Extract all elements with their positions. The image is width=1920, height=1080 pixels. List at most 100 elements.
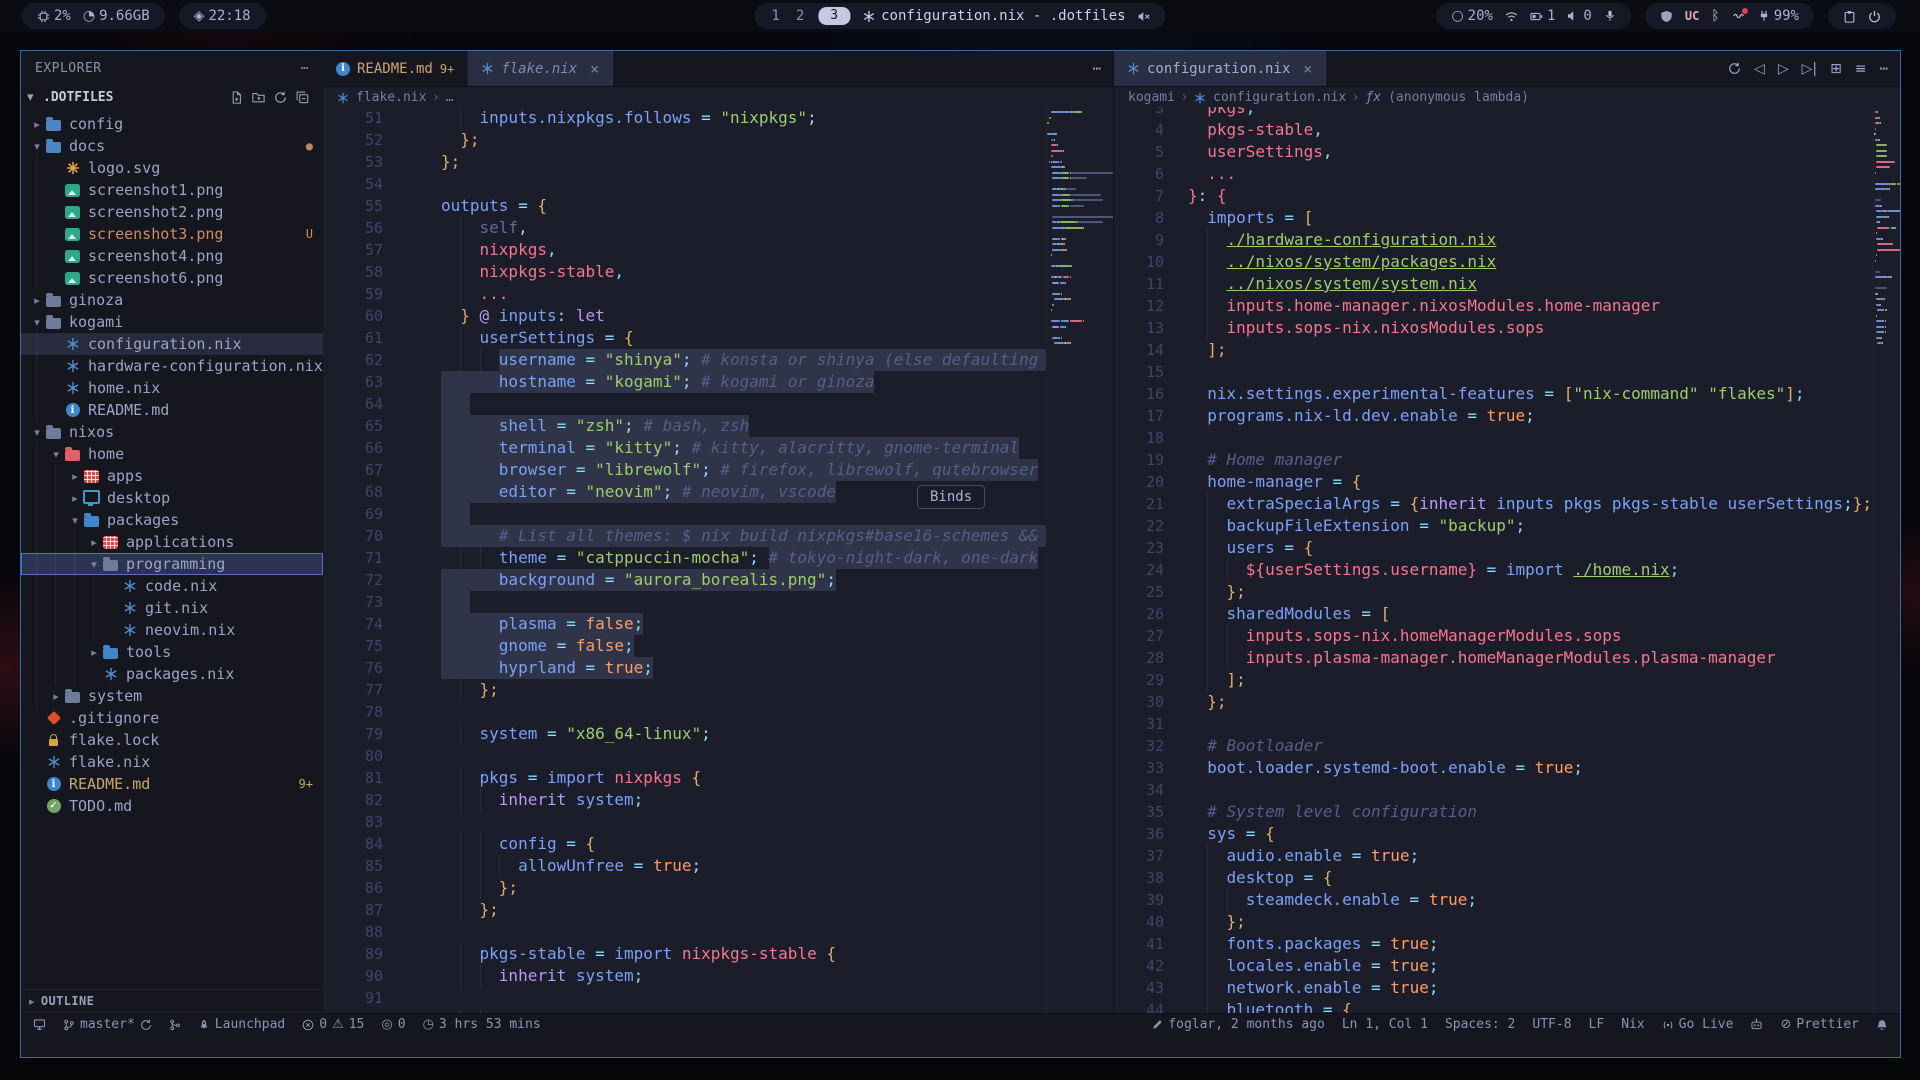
more-editor-actions-icon[interactable]: ⋯ [1093, 61, 1101, 77]
git-branch-item[interactable]: master* [63, 1017, 152, 1032]
code-line[interactable]: 8 imports = [ [1114, 207, 1874, 229]
code-line[interactable]: 16 nix.settings.experimental-features = … [1114, 383, 1874, 405]
tree-item-tools[interactable]: ▸tools [21, 641, 323, 663]
code-line[interactable]: 3 pkgs, [1114, 107, 1874, 119]
code-line[interactable]: 24 ${userSettings.username} = import ./h… [1114, 559, 1874, 581]
code-line[interactable]: 75 gnome = false; [323, 635, 1047, 657]
split-editor-icon[interactable]: ⊞ [1830, 61, 1842, 77]
code-line[interactable]: 91 [323, 987, 1047, 1009]
tree-item-flake.lock[interactable]: flake.lock [21, 729, 323, 751]
code-line[interactable]: 60 } @ inputs: let [323, 305, 1047, 327]
recorder-icon[interactable] [1732, 10, 1746, 22]
code-line[interactable]: 4 pkgs-stable, [1114, 119, 1874, 141]
code-line[interactable]: 84 config = { [323, 833, 1047, 855]
workspace-1[interactable]: 1 [769, 8, 781, 24]
list-icon[interactable]: ≡ [1855, 61, 1867, 77]
forward-icon[interactable]: ▷ [1778, 61, 1789, 77]
copilot-item[interactable] [1750, 1018, 1763, 1031]
code-editor-configuration-nix[interactable]: 3 pkgs,4 pkgs-stable,5 userSettings,6 ..… [1114, 107, 1900, 1035]
code-line[interactable]: 78 [323, 701, 1047, 723]
vpn-shield-icon[interactable] [1660, 10, 1673, 23]
ports-item[interactable]: ◎ 0 [381, 1017, 405, 1032]
code-line[interactable]: 56 self, [323, 217, 1047, 239]
code-line[interactable]: 88 [323, 921, 1047, 943]
code-line[interactable]: 18 [1114, 427, 1874, 449]
tree-item-desktop[interactable]: ▸desktop [21, 487, 323, 509]
indicators-pill[interactable]: ○20% 1 0 [1436, 3, 1630, 29]
code-line[interactable]: 55outputs = { [323, 195, 1047, 217]
encoding[interactable]: UTF-8 [1532, 1017, 1571, 1032]
mute-icon[interactable] [1138, 10, 1151, 23]
code-line[interactable]: 57 nixpkgs, [323, 239, 1047, 261]
new-folder-icon[interactable] [252, 91, 265, 104]
code-line[interactable]: 41 fonts.packages = true; [1114, 933, 1874, 955]
code-line[interactable]: 51 inputs.nixpkgs.follows = "nixpkgs"; [323, 107, 1047, 129]
tab-readme[interactable]: i README.md 9+ [323, 51, 468, 86]
code-line[interactable]: 83 [323, 811, 1047, 833]
code-line[interactable]: 66 terminal = "kitty"; # kitty, alacritt… [323, 437, 1047, 459]
launchpad-item[interactable]: Launchpad [198, 1017, 285, 1032]
problems-item[interactable]: 0 ⚠ 15 [302, 1017, 364, 1032]
breadcrumb-more[interactable]: … [446, 90, 454, 105]
git-blame-item[interactable]: foglar, 2 months ago [1152, 1017, 1325, 1032]
code-line[interactable]: 38 desktop = { [1114, 867, 1874, 889]
code-line[interactable]: 43 network.enable = true; [1114, 977, 1874, 999]
breadcrumb-symbol[interactable]: (anonymous lambda) [1388, 90, 1529, 105]
code-line[interactable]: 63 hostname = "kogami"; # kogami or gino… [323, 371, 1047, 393]
code-line[interactable]: 42 locales.enable = true; [1114, 955, 1874, 977]
tree-item-hardware-configuration.nix[interactable]: hardware-configuration.nix [21, 355, 323, 377]
more-editor-actions-icon[interactable]: ⋯ [1880, 61, 1888, 77]
code-line[interactable]: 58 nixpkgs-stable, [323, 261, 1047, 283]
code-line[interactable]: 31 [1114, 713, 1874, 735]
workspace-root-folder[interactable]: ▾ .DOTFILES [21, 85, 323, 109]
code-line[interactable]: 86 }; [323, 877, 1047, 899]
tree-item-config[interactable]: ▸config [21, 113, 323, 135]
notifications-item[interactable] [1876, 1019, 1888, 1031]
tree-item-docs[interactable]: ▾docs● [21, 135, 323, 157]
tree-item-kogami[interactable]: ▾kogami [21, 311, 323, 333]
code-line[interactable]: 29 ]; [1114, 669, 1874, 691]
tree-item-code.nix[interactable]: code.nix [21, 575, 323, 597]
tree-item-home.nix[interactable]: home.nix [21, 377, 323, 399]
code-line[interactable]: 67 browser = "librewolf"; # firefox, lib… [323, 459, 1047, 481]
code-line[interactable]: 53}; [323, 151, 1047, 173]
code-line[interactable]: 40 }; [1114, 911, 1874, 933]
code-line[interactable]: 25 }; [1114, 581, 1874, 603]
tree-item-home[interactable]: ▾home [21, 443, 323, 465]
code-line[interactable]: 82 inherit system; [323, 789, 1047, 811]
code-line[interactable]: 90 inherit system; [323, 965, 1047, 987]
breadcrumb-folder[interactable]: kogami [1128, 90, 1175, 105]
bluetooth-icon[interactable]: ᛒ [1711, 8, 1719, 24]
tree-item-nixos[interactable]: ▾nixos [21, 421, 323, 443]
code-line[interactable]: 19 # Home manager [1114, 449, 1874, 471]
code-line[interactable]: 23 users = { [1114, 537, 1874, 559]
sync-changes-icon[interactable] [140, 1019, 152, 1031]
session-pill[interactable] [1828, 3, 1896, 29]
uc-tray-icon[interactable]: UC [1685, 9, 1699, 23]
collapse-folders-icon[interactable] [296, 91, 309, 104]
back-icon[interactable]: ◁ [1754, 61, 1765, 77]
tray-pill[interactable]: UC ᛒ 99% [1645, 3, 1814, 29]
code-line[interactable]: 77 }; [323, 679, 1047, 701]
code-line[interactable]: 20 home-manager = { [1114, 471, 1874, 493]
code-line[interactable]: 12 inputs.home-manager.nixosModules.home… [1114, 295, 1874, 317]
tree-item-screenshot3.png[interactable]: screenshot3.pngU [21, 223, 323, 245]
new-file-icon[interactable] [230, 91, 243, 104]
tree-item-applications[interactable]: ▸applications [21, 531, 323, 553]
code-line[interactable]: 14 ]; [1114, 339, 1874, 361]
code-line[interactable]: 7}: { [1114, 185, 1874, 207]
code-line[interactable]: 64 [323, 393, 1047, 415]
code-line[interactable]: 85 allowUnfree = true; [323, 855, 1047, 877]
tree-item-configuration.nix[interactable]: configuration.nix [21, 333, 323, 355]
tree-item-system[interactable]: ▸system [21, 685, 323, 707]
close-tab-icon[interactable]: × [590, 60, 599, 78]
tree-item-programming[interactable]: ▾programming [21, 553, 323, 575]
code-line[interactable]: 81 pkgs = import nixpkgs { [323, 767, 1047, 789]
eol-sequence[interactable]: LF [1589, 1017, 1605, 1032]
code-line[interactable]: 73 [323, 591, 1047, 613]
code-line[interactable]: 80 [323, 745, 1047, 767]
tree-item-screenshot4.png[interactable]: screenshot4.png [21, 245, 323, 267]
code-line[interactable]: 9 ./hardware-configuration.nix [1114, 229, 1874, 251]
sync-editor-icon[interactable] [1728, 62, 1741, 75]
go-live-item[interactable]: Go Live [1662, 1017, 1734, 1032]
